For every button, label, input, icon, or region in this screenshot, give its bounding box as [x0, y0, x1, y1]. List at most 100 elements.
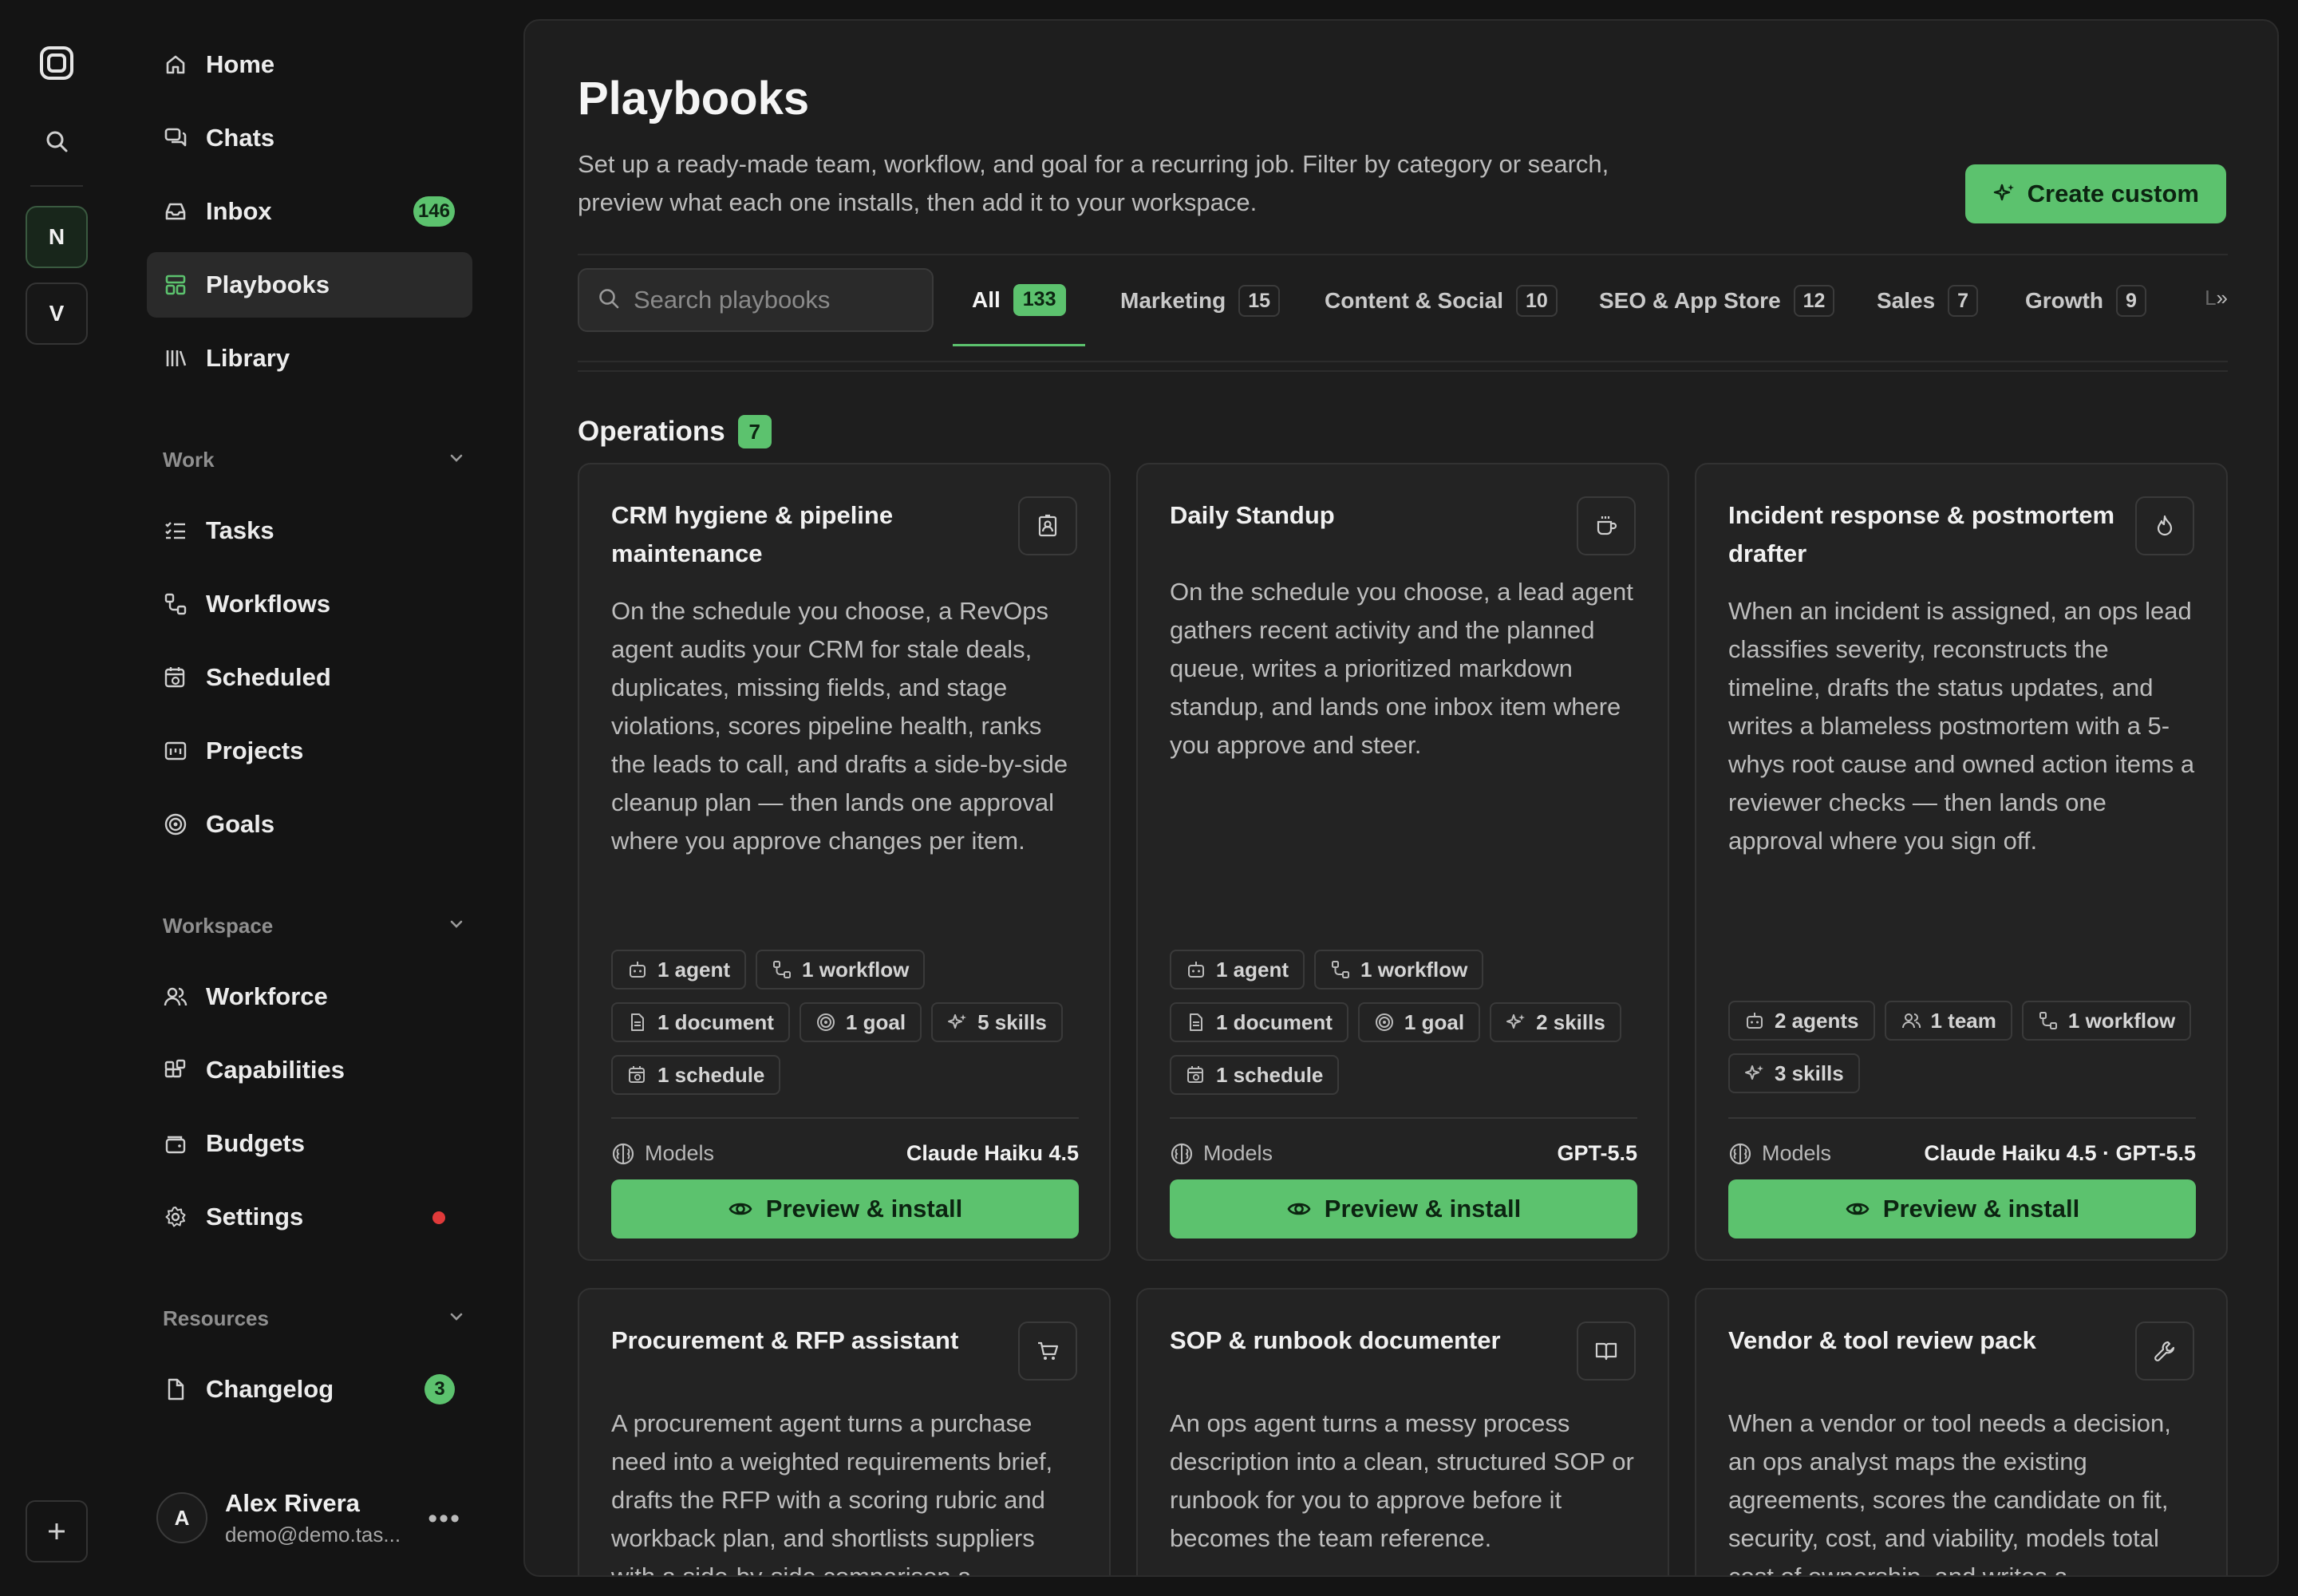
section-operations: Operations 7 — [578, 415, 772, 448]
contact-card-icon — [1018, 496, 1077, 555]
target-icon — [163, 812, 188, 837]
app-logo-icon[interactable] — [38, 45, 75, 81]
card-description: When a vendor or tool needs a decision, … — [1728, 1409, 2171, 1577]
sidebar-item-playbooks[interactable]: Playbooks — [147, 252, 472, 318]
workspace-button-v[interactable]: V — [26, 282, 88, 345]
sidebar-item-label: Scheduled — [206, 663, 331, 691]
sidebar-item-label: Budgets — [206, 1129, 305, 1157]
tab-marketing[interactable]: Marketing 15 — [1101, 255, 1299, 346]
sidebar-item-label: Changelog — [206, 1375, 334, 1403]
sidebar-item-projects[interactable]: Projects — [147, 718, 472, 784]
sidebar-item-label: Workflows — [206, 590, 331, 618]
card-description: A procurement agent turns a purchase nee… — [611, 1409, 1053, 1577]
sidebar-item-budgets[interactable]: Budgets — [147, 1111, 472, 1176]
playbook-card: Daily Standup On the schedule you choose… — [1136, 463, 1669, 1261]
tabs-scroll-right-button[interactable]: L» — [2205, 286, 2228, 310]
chip-label: 2 skills — [1536, 1009, 1605, 1034]
changelog-count-badge: 3 — [424, 1374, 455, 1404]
preview-install-button[interactable]: Preview & install — [1170, 1179, 1637, 1238]
create-custom-button[interactable]: Create custom — [1964, 164, 2226, 223]
sidebar-item-label: Tasks — [206, 516, 274, 544]
section-header-workspace[interactable]: Workspace — [163, 910, 466, 942]
target-icon — [815, 1012, 836, 1033]
sidebar-item-tasks[interactable]: Tasks — [147, 498, 472, 563]
tab-content-social[interactable]: Content & Social 10 — [1305, 255, 1577, 346]
chip-label: 5 skills — [977, 1009, 1047, 1034]
preview-install-button[interactable]: Preview & install — [611, 1179, 1079, 1238]
section-title: Operations — [578, 416, 725, 447]
chip-document: 1 document — [611, 1002, 790, 1042]
tab-seo-app-store[interactable]: SEO & App Store 12 — [1580, 255, 1854, 346]
settings-alert-dot — [432, 1211, 445, 1224]
chip-workflow: 1 workflow — [1314, 950, 1484, 990]
section-header-resources[interactable]: Resources — [163, 1302, 466, 1334]
install-label: Preview & install — [765, 1195, 963, 1223]
sidebar: Home Chats Inbox 146 Playbooks Library W… — [147, 0, 474, 1596]
chat-icon — [163, 125, 188, 151]
card-chips: 2 agents 1 team 1 workflow 3 skills — [1728, 1001, 2207, 1093]
chip-label: 1 goal — [845, 1009, 906, 1034]
sidebar-item-workflows[interactable]: Workflows — [147, 571, 472, 637]
calendar-clock-icon — [627, 1065, 648, 1085]
document-icon — [1186, 1012, 1206, 1033]
card-chips: 1 agent 1 workflow 1 document 1 goal 2 s… — [1170, 950, 1648, 1095]
chip-skills: 3 skills — [1728, 1053, 1860, 1093]
eye-icon — [1845, 1196, 1870, 1222]
sidebar-item-chats[interactable]: Chats — [147, 105, 472, 171]
chip-schedule: 1 schedule — [1170, 1055, 1340, 1095]
inbox-count-badge: 146 — [413, 196, 455, 227]
avatar: A — [156, 1492, 207, 1543]
bot-icon — [1186, 959, 1206, 980]
chip-agents: 1 agent — [1170, 950, 1305, 990]
projects-icon — [163, 738, 188, 764]
sidebar-item-capabilities[interactable]: Capabilities — [147, 1037, 472, 1103]
chip-skills: 5 skills — [931, 1002, 1063, 1042]
sidebar-item-inbox[interactable]: Inbox 146 — [147, 179, 472, 244]
section-header-work[interactable]: Work — [163, 444, 466, 476]
card-title: Procurement & RFP assistant — [611, 1326, 959, 1354]
brain-icon — [1728, 1142, 1752, 1166]
playbook-card: Procurement & RFP assistant A procuremen… — [578, 1288, 1111, 1577]
tab-label: Sales — [1877, 288, 1936, 313]
sidebar-item-library[interactable]: Library — [147, 326, 472, 391]
search-input[interactable] — [634, 286, 921, 314]
sidebar-item-label: Library — [206, 344, 290, 372]
tab-count: 7 — [1948, 285, 1979, 317]
tab-count: 10 — [1516, 285, 1558, 317]
card-models-row: Models Claude Haiku 4.5 — [611, 1117, 1079, 1166]
playbook-card: Incident response & postmortem drafter W… — [1695, 463, 2228, 1261]
sidebar-item-label: Settings — [206, 1203, 304, 1231]
playbook-card: Vendor & tool review pack When a vendor … — [1695, 1288, 2228, 1577]
chip-label: 1 workflow — [1360, 957, 1468, 982]
sidebar-item-changelog[interactable]: Changelog 3 — [147, 1357, 472, 1422]
sidebar-item-workforce[interactable]: Workforce — [147, 964, 472, 1029]
chevron-down-icon — [447, 448, 466, 472]
sidebar-item-goals[interactable]: Goals — [147, 792, 472, 857]
user-profile[interactable]: A Alex Rivera demo@demo.tas... ••• — [156, 1478, 476, 1558]
tab-growth[interactable]: Growth 9 — [2006, 255, 2166, 346]
card-description: An ops agent turns a messy process descr… — [1170, 1409, 1634, 1552]
preview-install-button[interactable]: Preview & install — [1728, 1179, 2196, 1238]
search-field[interactable] — [578, 268, 934, 332]
inbox-icon — [163, 199, 188, 224]
workspace-button-n[interactable]: N — [26, 206, 88, 268]
tab-all[interactable]: All 133 — [953, 255, 1085, 346]
double-chevron-right-icon: » — [2216, 286, 2228, 310]
wrench-icon — [2135, 1321, 2194, 1381]
install-label: Preview & install — [1324, 1195, 1522, 1223]
sparkles-icon — [1506, 1012, 1526, 1033]
task-list-icon — [163, 518, 188, 543]
tab-sales[interactable]: Sales 7 — [1858, 255, 1997, 346]
add-workspace-button[interactable] — [26, 1500, 88, 1562]
chip-label: 1 agent — [1216, 957, 1289, 982]
search-icon[interactable] — [40, 124, 73, 158]
tab-count: 15 — [1238, 285, 1281, 317]
sidebar-item-settings[interactable]: Settings — [147, 1184, 472, 1250]
workflow-icon — [163, 591, 188, 617]
more-options-icon[interactable]: ••• — [428, 1503, 461, 1535]
chip-label: 1 document — [1216, 1009, 1333, 1034]
tab-label: Content & Social — [1325, 288, 1504, 313]
sidebar-item-home[interactable]: Home — [147, 32, 472, 97]
section-header-label: Resources — [163, 1306, 269, 1330]
sidebar-item-scheduled[interactable]: Scheduled — [147, 645, 472, 710]
